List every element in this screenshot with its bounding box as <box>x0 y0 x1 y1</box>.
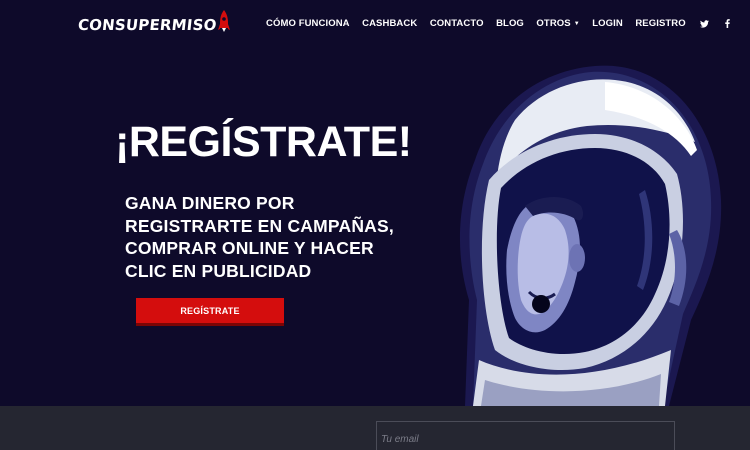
main-nav: CÓMO FUNCIONA CASHBACK CONTACTO BLOG OTR… <box>266 18 744 29</box>
nav-login[interactable]: LOGIN <box>592 18 623 29</box>
nav-blog[interactable]: BLOG <box>496 18 524 29</box>
register-button[interactable]: REGÍSTRATE <box>136 298 284 323</box>
site-header: CONSUPERMISO CÓMO FUNCIONA CASHBACK CONT… <box>0 0 750 46</box>
facebook-icon[interactable] <box>725 19 731 28</box>
logo-text: CONSUPERMISO <box>77 15 218 34</box>
astronaut-illustration <box>455 60 725 406</box>
hero-subtitle: GANA DINERO POR REGISTRARTE EN CAMPAÑAS,… <box>125 193 394 281</box>
nav-otros-dropdown[interactable]: OTROS ▼ <box>536 18 579 29</box>
rocket-icon <box>217 9 230 38</box>
nav-otros-label: OTROS <box>536 18 571 29</box>
signup-band <box>0 406 750 450</box>
nav-como-funciona[interactable]: CÓMO FUNCIONA <box>266 18 350 29</box>
nav-contacto[interactable]: CONTACTO <box>430 18 484 29</box>
site-logo[interactable]: CONSUPERMISO <box>77 9 230 38</box>
nav-cashback[interactable]: CASHBACK <box>362 18 417 29</box>
twitter-icon[interactable] <box>700 19 710 28</box>
hero-section: CONSUPERMISO CÓMO FUNCIONA CASHBACK CONT… <box>0 0 750 406</box>
hero-title: ¡REGÍSTRATE! <box>115 118 412 166</box>
email-field[interactable] <box>376 421 675 450</box>
caret-down-icon: ▼ <box>573 20 580 27</box>
nav-registro[interactable]: REGISTRO <box>635 18 685 29</box>
